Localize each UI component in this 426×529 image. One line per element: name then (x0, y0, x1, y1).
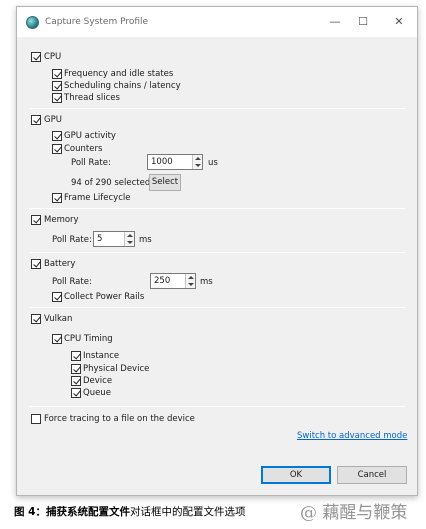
divider (29, 307, 405, 308)
gpu-activity-label: GPU activity (64, 131, 116, 141)
battery-poll-rate-value: 250 (154, 276, 171, 286)
gpu-poll-rate-value: 1000 (151, 157, 173, 167)
cpu-timing-checkbox[interactable] (52, 334, 62, 344)
battery-checkbox[interactable] (31, 259, 41, 269)
battery-label: Battery (44, 259, 76, 269)
physical-device-label: Physical Device (83, 364, 150, 374)
ok-button[interactable]: OK (261, 466, 331, 484)
memory-poll-rate-unit: ms (139, 235, 152, 245)
cpu-checkbox[interactable] (31, 52, 41, 62)
force-tracing-checkbox[interactable] (31, 414, 41, 424)
memory-checkbox[interactable] (31, 215, 41, 225)
switch-advanced-mode-link[interactable]: Switch to advanced mode (297, 431, 407, 441)
counters-selected-text: 94 of 290 selected (71, 178, 151, 188)
watermark: @ 藕醒与鞭策 (300, 503, 408, 523)
physical-device-checkbox[interactable] (71, 364, 81, 374)
counters-checkbox[interactable] (52, 144, 62, 154)
device-label: Device (83, 376, 113, 386)
thread-slices-checkbox[interactable] (52, 93, 62, 103)
thread-slices-label: Thread slices (64, 93, 120, 103)
collect-power-rails-checkbox[interactable] (52, 292, 62, 302)
figure-caption-bold: 图 4：捕获系统配置文件 (14, 506, 130, 518)
figure-caption-rest: 对话框中的配置文件选项 (129, 506, 246, 518)
gpu-poll-rate-label: Poll Rate: (71, 158, 111, 168)
cpu-timing-label: CPU Timing (64, 334, 113, 344)
scheduling-chains-checkbox[interactable] (52, 81, 62, 91)
memory-poll-rate-label: Poll Rate: (52, 235, 92, 245)
device-checkbox[interactable] (71, 376, 81, 386)
battery-poll-rate-label: Poll Rate: (52, 277, 92, 287)
force-tracing-label: Force tracing to a file on the device (44, 414, 195, 424)
counters-label: Counters (64, 144, 103, 154)
spin-arrows-icon[interactable] (124, 232, 134, 246)
divider (29, 208, 405, 209)
collect-power-rails-label: Collect Power Rails (64, 292, 145, 302)
memory-poll-rate-value: 5 (97, 234, 103, 244)
frequency-idle-label: Frequency and idle states (64, 69, 174, 79)
app-logo-icon (26, 16, 39, 29)
divider (29, 108, 405, 109)
memory-poll-rate-spinbox[interactable]: 5 (93, 231, 135, 247)
cancel-button[interactable]: Cancel (337, 466, 407, 484)
vulkan-checkbox[interactable] (31, 314, 41, 324)
figure-caption: 图 4：捕获系统配置文件对话框中的配置文件选项 (14, 504, 245, 519)
queue-checkbox[interactable] (71, 388, 81, 398)
divider (29, 252, 405, 253)
frame-lifecycle-label: Frame Lifecycle (64, 193, 131, 203)
select-counters-button[interactable]: Select (149, 174, 181, 191)
window-title: Capture System Profile (45, 17, 149, 27)
spin-arrows-icon[interactable] (192, 155, 202, 169)
cpu-label: CPU (44, 52, 62, 62)
queue-label: Queue (83, 388, 111, 398)
frequency-idle-checkbox[interactable] (52, 69, 62, 79)
minimize-button[interactable]: — (327, 14, 343, 30)
gpu-poll-rate-spinbox[interactable]: 1000 (147, 154, 203, 170)
spin-arrows-icon[interactable] (185, 274, 195, 288)
vulkan-label: Vulkan (44, 314, 73, 324)
title-bar[interactable]: Capture System Profile — ☐ ✕ (17, 7, 417, 37)
memory-label: Memory (44, 215, 79, 225)
battery-poll-rate-unit: ms (200, 277, 213, 287)
gpu-checkbox[interactable] (31, 115, 41, 125)
capture-system-profile-dialog: Capture System Profile — ☐ ✕ CPU Frequen… (16, 6, 418, 496)
scheduling-chains-label: Scheduling chains / latency (64, 81, 181, 91)
battery-poll-rate-spinbox[interactable]: 250 (150, 273, 196, 289)
close-button[interactable]: ✕ (391, 14, 407, 30)
instance-label: Instance (83, 351, 120, 361)
gpu-poll-rate-unit: us (208, 158, 218, 168)
maximize-button[interactable]: ☐ (355, 14, 371, 30)
frame-lifecycle-checkbox[interactable] (52, 193, 62, 203)
gpu-activity-checkbox[interactable] (52, 131, 62, 141)
instance-checkbox[interactable] (71, 351, 81, 361)
divider (29, 406, 405, 407)
gpu-label: GPU (44, 115, 62, 125)
